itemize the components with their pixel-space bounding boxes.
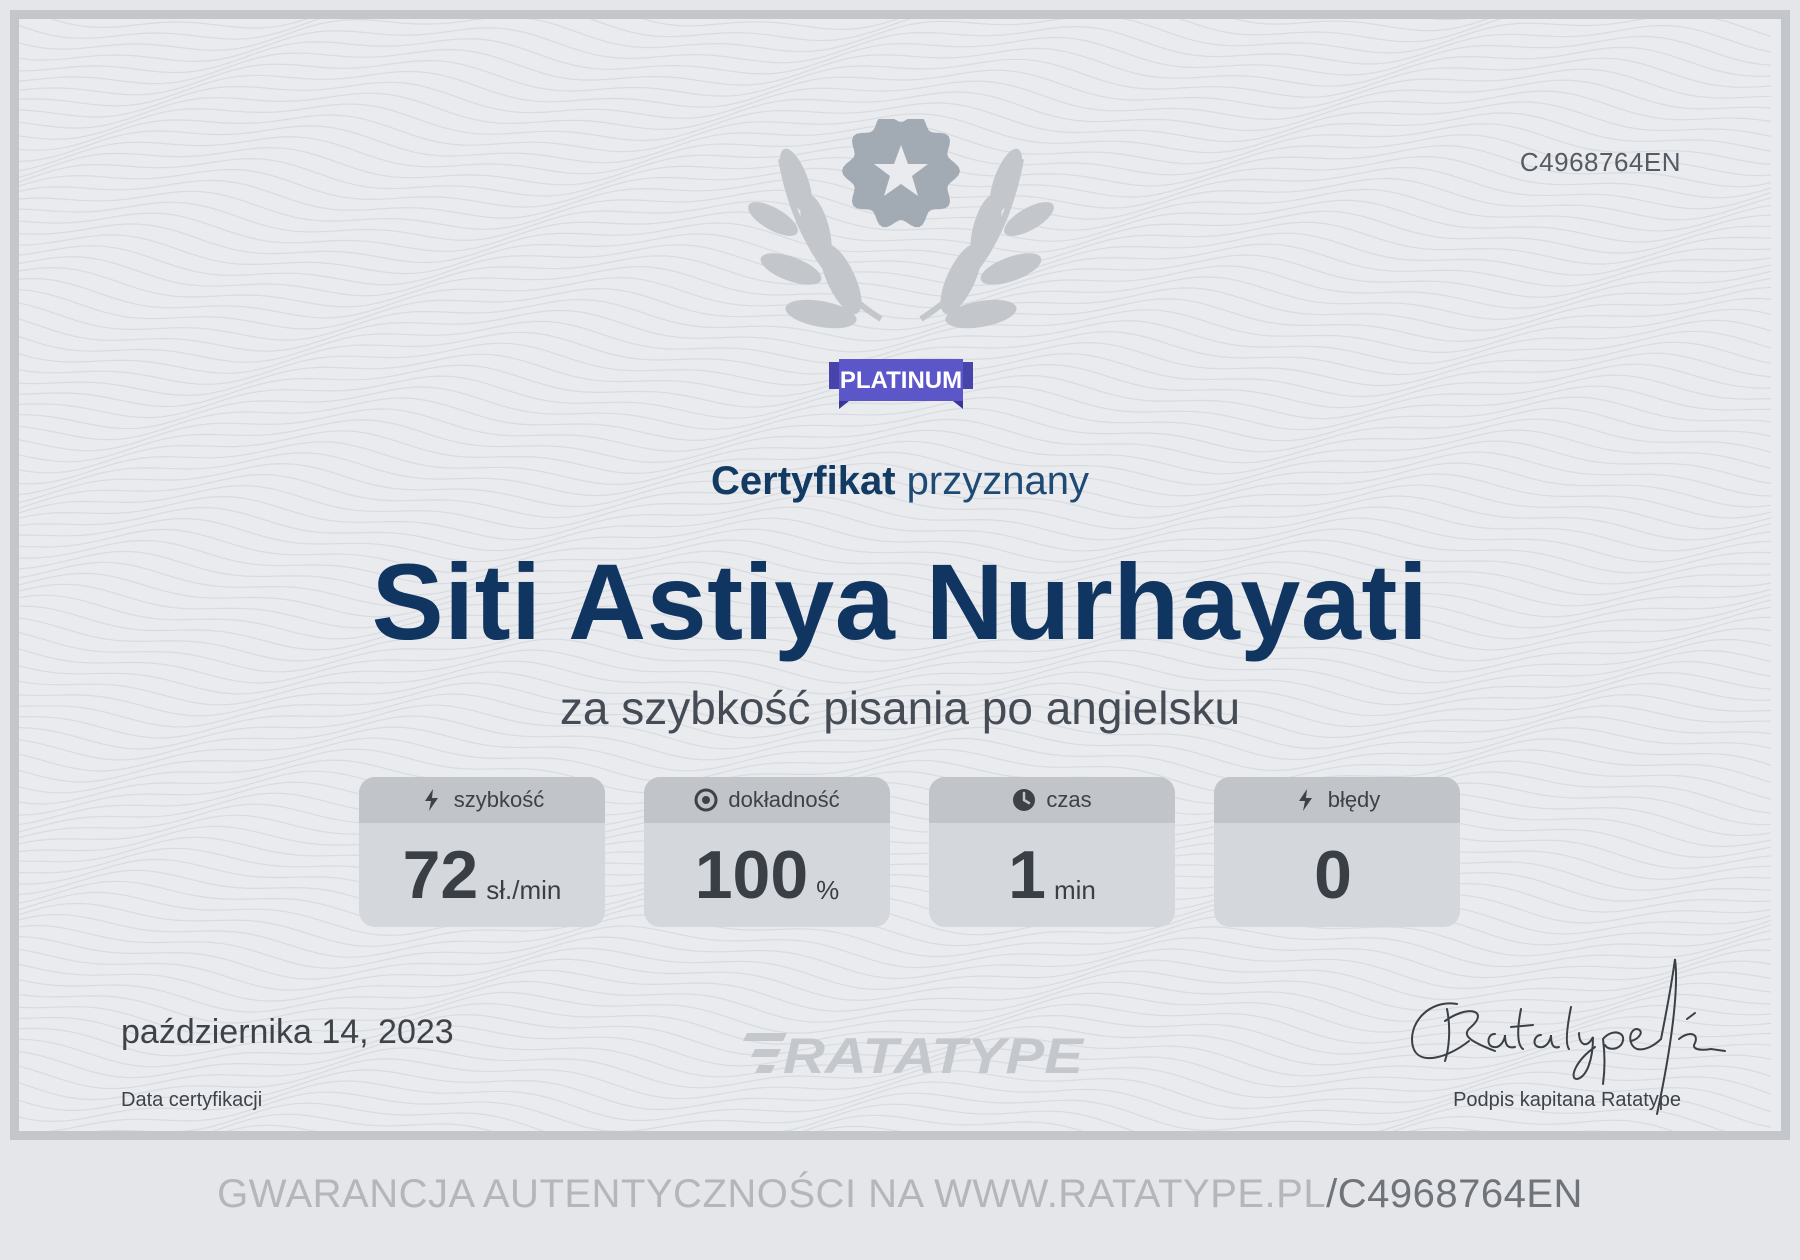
stat-label: szybkość [453,787,545,812]
stat-value: 1 [1008,837,1046,913]
stat-unit: sł./min [486,874,562,905]
certificate-subtitle: za szybkość pisania po angielsku [559,682,1241,734]
platinum-ribbon: PLATINUM [829,359,973,409]
recipient-name: Siti Astiya Nurhayati [371,541,1429,662]
stat-unit: % [816,874,840,905]
logo-text: RATATYPE [783,1028,1085,1083]
guarantee-text: GWARANCJA AUTENTYCZNOŚCI NA WWW.RATATYPE… [217,1172,1327,1216]
target-icon [694,788,718,812]
certificate-card: C4968764EN PLATINUM Certyfikat przyznany… [10,10,1790,1140]
certification-date: października 14, 2023 [121,1013,454,1051]
stat-accuracy: dokładność 100 % [644,777,890,927]
stat-label: dokładność [728,787,840,812]
badge-label: PLATINUM [840,367,962,394]
medal-star-icon [842,119,960,228]
platinum-badge: PLATINUM [748,119,1054,409]
certificate-heading: Certyfikat przyznany [19,459,1781,504]
heading-rest: przyznany [906,459,1089,503]
stat-unit: min [1053,874,1096,905]
verification-code-link[interactable]: /C4968764EN [1326,1172,1583,1216]
certificate-id: C4968764EN [1519,147,1681,177]
stat-value: 72 [402,837,479,913]
ratatype-logo: RATATYPE [743,1028,1085,1083]
stat-time: czas 1 min [929,777,1175,927]
stat-label: błędy [1327,787,1381,812]
certification-date-label: Data certyfikacji [121,1089,263,1111]
stat-speed: szybkość 72 sł./min [359,777,605,927]
stat-value: 100 [694,837,809,913]
heading-bold: Certyfikat [711,459,896,503]
stat-label: czas [1046,787,1092,812]
authenticity-footer: GWARANCJA AUTENTYCZNOŚCI NA WWW.RATATYPE… [0,1172,1800,1217]
stat-value: 0 [1314,837,1352,913]
stat-errors: błędy 0 [1214,777,1460,927]
clock-icon [1013,789,1036,811]
lightning-icon [1298,789,1312,811]
lightning-icon [424,789,438,811]
signature-label: Podpis kapitana Ratatype [1453,1089,1681,1111]
stats-row: szybkość 72 sł./min dokładność 100 % cza… [359,777,1460,927]
